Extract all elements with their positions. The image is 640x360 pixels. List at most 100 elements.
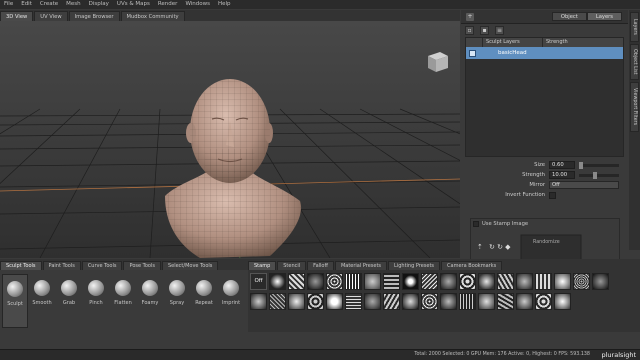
tool-label: Smooth	[32, 300, 52, 306]
stamp-thumbnail[interactable]	[592, 273, 609, 290]
tab-lighting-presets[interactable]: Lighting Presets	[388, 261, 441, 270]
add-icon[interactable]: +	[466, 12, 474, 21]
tool-foamy[interactable]: Foamy	[137, 274, 163, 328]
tab-image-browser[interactable]: Image Browser	[68, 11, 120, 21]
panel-header: + Object Layers	[461, 10, 628, 24]
tool-flatten[interactable]: Flatten	[110, 274, 136, 328]
tool-spray[interactable]: Spray	[164, 274, 190, 328]
delete-layer-icon[interactable]: ▪	[480, 26, 489, 35]
stamp-row-2	[250, 293, 638, 310]
stamp-thumbnail[interactable]	[307, 273, 324, 290]
tool-imprint[interactable]: Imprint	[218, 274, 244, 328]
layers-list: Sculpt Layers Strength basicHead	[465, 37, 624, 157]
stamp-thumbnail[interactable]	[307, 293, 324, 310]
stamp-thumbnail[interactable]	[497, 273, 514, 290]
tool-grab[interactable]: Grab	[56, 274, 82, 328]
stamp-thumbnail[interactable]	[554, 293, 571, 310]
stamp-thumbnail[interactable]	[535, 293, 552, 310]
size-field[interactable]: 0.60	[549, 161, 575, 169]
menu-display[interactable]: Display	[85, 0, 113, 9]
stamp-thumbnail[interactable]	[364, 273, 381, 290]
tab-select-move-tools[interactable]: Select/Move Tools	[161, 261, 219, 270]
stamp-thumbnail[interactable]	[250, 293, 267, 310]
stamp-thumbnail[interactable]	[288, 293, 305, 310]
stamp-nav-icon[interactable]: ⇡ ↻ ↻ ◆	[477, 243, 511, 251]
tab-curve-tools[interactable]: Curve Tools	[81, 261, 123, 270]
stamp-thumbnail[interactable]	[345, 273, 362, 290]
layer-row[interactable]: basicHead	[466, 47, 623, 59]
mirror-row: Mirror Off	[461, 180, 628, 190]
sculpt-tools-tray: Sculpt Smooth Grab Pinch Flatten Foamy S…	[0, 270, 248, 332]
tab-sculpt-tools[interactable]: Sculpt Tools	[0, 261, 42, 270]
invert-checkbox[interactable]	[549, 191, 556, 199]
stamp-thumbnail[interactable]	[535, 273, 552, 290]
tab-paint-tools[interactable]: Paint Tools	[42, 261, 81, 270]
mirror-dropdown[interactable]: Off	[549, 181, 619, 189]
stamp-thumbnail[interactable]	[478, 293, 495, 310]
layer-menu-icon[interactable]: ≡	[495, 26, 504, 35]
stamp-thumbnail[interactable]	[459, 273, 476, 290]
side-tab-viewport-filters[interactable]: Viewport Filters	[630, 82, 639, 132]
menu-mesh[interactable]: Mesh	[62, 0, 84, 9]
stamp-thumbnail[interactable]	[345, 293, 362, 310]
tool-pinch[interactable]: Pinch	[83, 274, 109, 328]
tab-camera-bookmarks[interactable]: Camera Bookmarks	[441, 261, 503, 270]
tab-pose-tools[interactable]: Pose Tools	[123, 261, 161, 270]
toggle-layers[interactable]: Layers	[586, 12, 622, 21]
3d-viewport[interactable]	[0, 21, 460, 258]
menu-create[interactable]: Create	[36, 0, 62, 9]
stamp-thumbnail[interactable]	[326, 293, 343, 310]
tab-3d-view[interactable]: 3D View	[0, 11, 34, 21]
stamp-thumbnail[interactable]	[516, 293, 533, 310]
tool-sculpt[interactable]: Sculpt	[2, 274, 28, 328]
side-tab-layers[interactable]: Layers	[630, 12, 639, 42]
tab-uv-view[interactable]: UV View	[34, 11, 68, 21]
menu-edit[interactable]: Edit	[17, 0, 36, 9]
size-slider-knob[interactable]	[579, 161, 583, 169]
strength-field[interactable]: 10.00	[549, 171, 575, 179]
stamp-off-button[interactable]: Off	[250, 273, 267, 290]
stamp-thumbnail[interactable]	[326, 273, 343, 290]
stamp-thumbnail[interactable]	[554, 273, 571, 290]
new-layer-icon[interactable]: ▫	[465, 26, 474, 35]
stamp-thumbnail[interactable]	[402, 273, 419, 290]
sculpt-brush-icon	[7, 281, 23, 297]
stamp-thumbnail[interactable]	[269, 273, 286, 290]
tab-stamp[interactable]: Stamp	[248, 261, 277, 270]
menu-render[interactable]: Render	[154, 0, 182, 9]
menu-windows[interactable]: Windows	[181, 0, 214, 9]
menu-uvs-maps[interactable]: UVs & Maps	[113, 0, 154, 9]
strength-slider[interactable]	[579, 171, 619, 179]
view-cube-icon[interactable]	[428, 52, 448, 72]
stamp-thumbnail[interactable]	[440, 293, 457, 310]
stamp-thumbnail[interactable]	[364, 293, 381, 310]
menu-help[interactable]: Help	[214, 0, 235, 9]
toggle-object[interactable]: Object	[551, 12, 587, 21]
stamp-thumbnail[interactable]	[269, 293, 286, 310]
strength-slider-knob[interactable]	[593, 171, 597, 179]
strength-label: Strength	[522, 172, 545, 178]
tab-mudbox-community[interactable]: Mudbox Community	[120, 11, 185, 21]
stamp-thumbnail[interactable]	[421, 273, 438, 290]
tool-repeat[interactable]: Repeat	[191, 274, 217, 328]
stamp-thumbnail[interactable]	[383, 293, 400, 310]
stamp-thumbnail[interactable]	[516, 273, 533, 290]
size-slider[interactable]	[579, 161, 619, 169]
stamp-thumbnail[interactable]	[573, 273, 590, 290]
use-stamp-checkbox[interactable]	[473, 221, 479, 227]
tool-smooth[interactable]: Smooth	[29, 274, 55, 328]
stamp-thumbnail[interactable]	[288, 273, 305, 290]
side-tab-object-list[interactable]: Object List	[630, 44, 639, 80]
stamp-thumbnail[interactable]	[478, 273, 495, 290]
stamp-thumbnail[interactable]	[497, 293, 514, 310]
stamp-thumbnail[interactable]	[383, 273, 400, 290]
tab-stencil[interactable]: Stencil	[277, 261, 307, 270]
layer-visibility-checkbox[interactable]	[469, 49, 476, 57]
stamp-thumbnail[interactable]	[459, 293, 476, 310]
stamp-thumbnail[interactable]	[421, 293, 438, 310]
stamp-thumbnail[interactable]	[440, 273, 457, 290]
tab-material-presets[interactable]: Material Presets	[334, 261, 388, 270]
stamp-thumbnail[interactable]	[402, 293, 419, 310]
menu-file[interactable]: File	[0, 0, 17, 9]
tab-falloff[interactable]: Falloff	[307, 261, 334, 270]
